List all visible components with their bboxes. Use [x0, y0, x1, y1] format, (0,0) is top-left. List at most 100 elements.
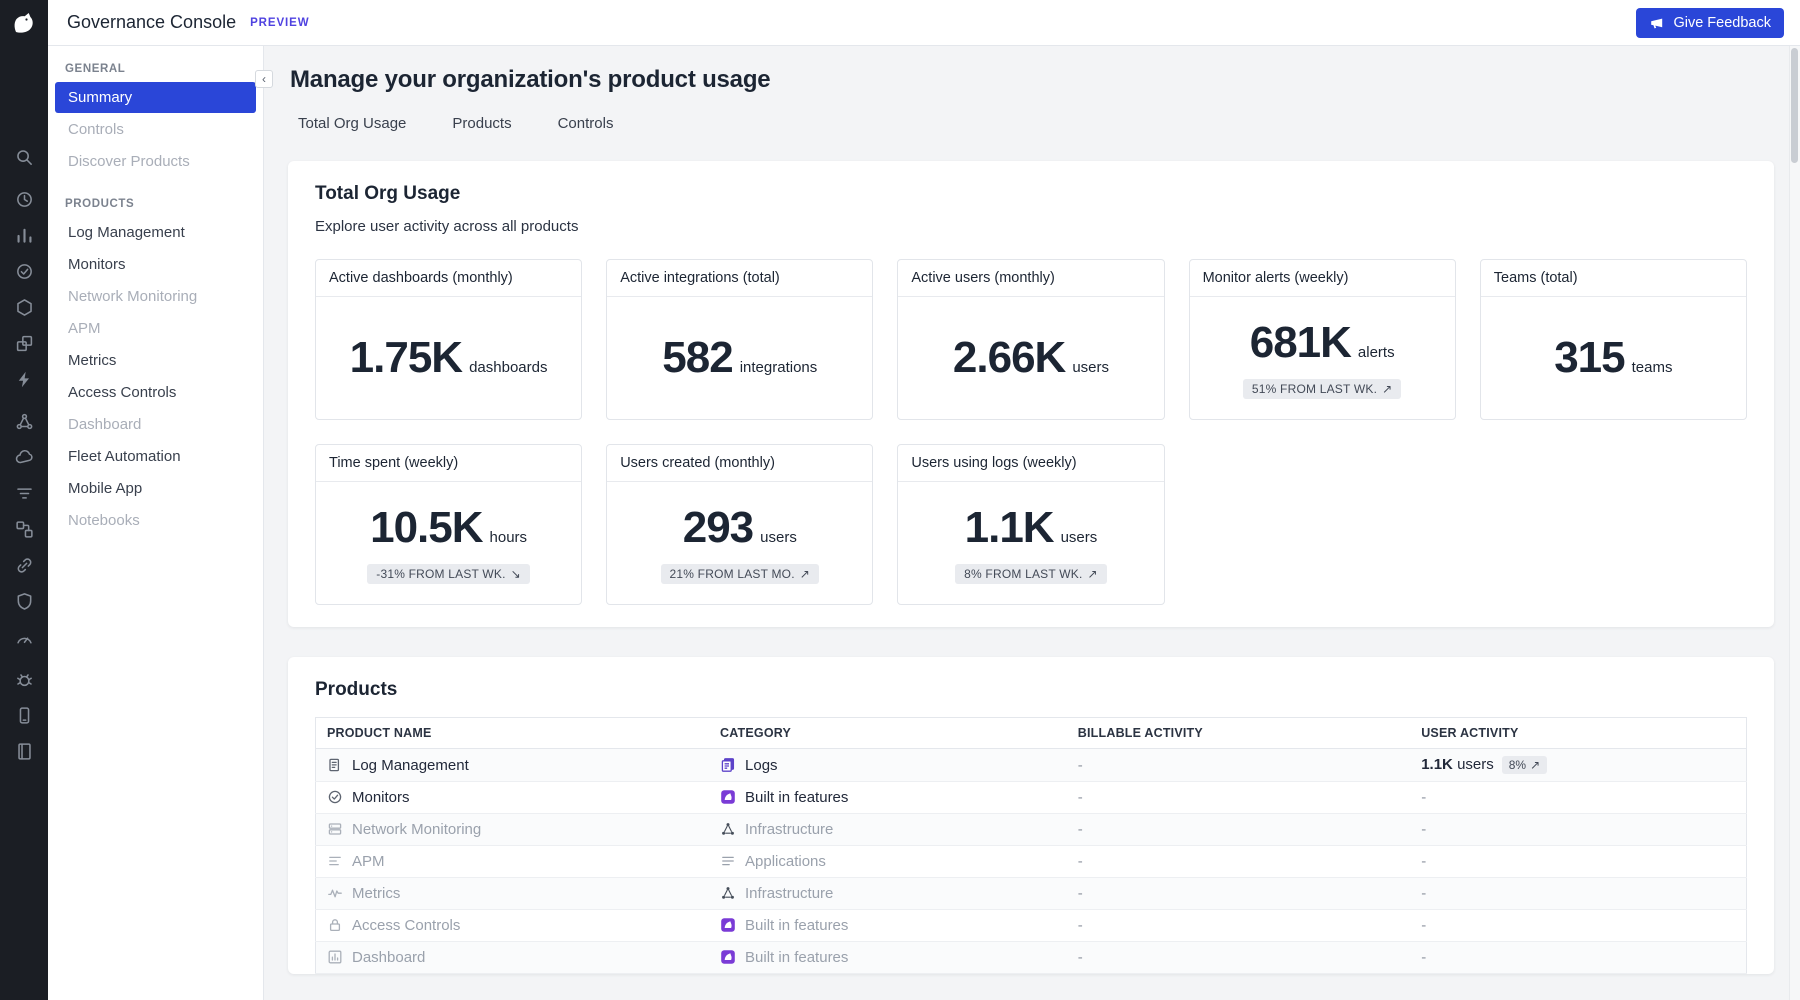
- sidebar-item-controls: Controls: [55, 114, 256, 145]
- stat-unit: users: [760, 529, 797, 546]
- stat-title: Users using logs (weekly): [898, 445, 1163, 482]
- billable-activity: -: [1078, 757, 1083, 774]
- events-icon[interactable]: [13, 368, 36, 391]
- tab-products[interactable]: Products: [452, 115, 511, 132]
- sidebar-item-log-management[interactable]: Log Management: [55, 217, 256, 248]
- stat-title: Time spent (weekly): [316, 445, 581, 482]
- product-name: Log Management: [352, 757, 469, 774]
- stat-value: 2.66K: [953, 333, 1065, 383]
- sidebar-item-fleet-automation[interactable]: Fleet Automation: [55, 441, 256, 472]
- sidebar-item-access-controls[interactable]: Access Controls: [55, 377, 256, 408]
- sidebar-collapse-button[interactable]: [255, 70, 273, 88]
- products-card: Products PRODUCT NAMECATEGORYBILLABLE AC…: [288, 657, 1774, 974]
- tab-total-org-usage[interactable]: Total Org Usage: [298, 115, 406, 132]
- stat-unit: users: [1061, 529, 1098, 546]
- metrics-icon: [327, 885, 343, 901]
- logs-icon[interactable]: [13, 482, 36, 505]
- monitors-icon[interactable]: [13, 260, 36, 283]
- stat-unit: alerts: [1358, 344, 1395, 361]
- trend-badge: 21% FROM LAST MO. ↗: [661, 564, 819, 584]
- sidebar: GENERALSummaryControlsDiscover ProductsP…: [48, 46, 264, 1000]
- stat-title: Active dashboards (monthly): [316, 260, 581, 297]
- stat-card-active-users-monthly-: Active users (monthly)2.66Kusers: [897, 259, 1164, 420]
- user-activity-empty: -: [1421, 853, 1426, 870]
- category-name: Applications: [745, 853, 826, 870]
- product-row-log-management[interactable]: Log Management Logs - 1.1K users8% ↗: [316, 749, 1747, 782]
- infrastructure-icon[interactable]: [13, 296, 36, 319]
- tab-controls[interactable]: Controls: [558, 115, 614, 132]
- stat-value: 10.5K: [370, 503, 482, 553]
- category-name: Built in features: [745, 949, 848, 966]
- product-name: Metrics: [352, 885, 400, 902]
- user-activity-value: 1.1K: [1421, 756, 1453, 773]
- user-activity: -: [1410, 942, 1746, 974]
- sidebar-item-monitors[interactable]: Monitors: [55, 249, 256, 280]
- monitors-icon: [327, 789, 343, 805]
- datadog-icon: [720, 917, 736, 933]
- trend-down-icon: ↘: [511, 567, 521, 581]
- integrations-icon[interactable]: [13, 332, 36, 355]
- sidebar-item-summary[interactable]: Summary: [55, 82, 256, 113]
- apm-icon[interactable]: [13, 410, 36, 433]
- megaphone-icon: [1649, 15, 1665, 31]
- stat-body: 1.75Kdashboards: [316, 297, 581, 419]
- jump-link-tabs: Total Org Usage Products Controls: [298, 115, 1774, 132]
- ci-icon[interactable]: [13, 518, 36, 541]
- stat-card-users-created-monthly-: Users created (monthly)293users21% FROM …: [606, 444, 873, 605]
- scrollbar-thumb[interactable]: [1791, 48, 1798, 163]
- sidebar-item-metrics[interactable]: Metrics: [55, 345, 256, 376]
- logs-icon: [720, 757, 736, 773]
- stat-body: 2.66K users: [898, 297, 1163, 419]
- service-management-icon[interactable]: [13, 626, 36, 649]
- stat-value: 681K: [1250, 318, 1351, 368]
- bug-icon[interactable]: [13, 668, 36, 691]
- user-activity: 1.1K users8% ↗: [1410, 749, 1746, 782]
- stat-unit: users: [1072, 359, 1109, 376]
- scrollbar-track[interactable]: [1789, 46, 1800, 1000]
- datadog-logo-icon[interactable]: [0, 0, 48, 46]
- stat-body: 681Kalerts51% FROM LAST WK. ↗: [1190, 297, 1455, 419]
- billable-activity: -: [1078, 821, 1083, 838]
- infra-icon: [720, 885, 736, 901]
- page-title: Manage your organization's product usage: [290, 66, 1774, 94]
- logs-icon: [327, 757, 343, 773]
- trend-up-icon: ↗: [1088, 567, 1098, 581]
- trend-badge: -31% FROM LAST WK. ↘: [367, 564, 530, 584]
- history-icon[interactable]: [13, 188, 36, 211]
- metrics-icon[interactable]: [13, 224, 36, 247]
- stat-unit: dashboards: [469, 359, 547, 376]
- search-icon[interactable]: [13, 146, 36, 169]
- give-feedback-button[interactable]: Give Feedback: [1636, 8, 1784, 38]
- product-name: Dashboard: [352, 949, 425, 966]
- app-title: Governance Console: [67, 12, 236, 33]
- sidebar-item-mobile-app[interactable]: Mobile App: [55, 473, 256, 504]
- stat-title: Monitor alerts (weekly): [1190, 260, 1455, 297]
- sidebar-item-network-monitoring: Network Monitoring: [55, 281, 256, 312]
- mobile-icon[interactable]: [13, 704, 36, 727]
- compliance-icon[interactable]: [13, 590, 36, 613]
- user-activity-trend-badge: 8% ↗: [1502, 756, 1547, 774]
- column-header-billable-activity: BILLABLE ACTIVITY: [1067, 718, 1410, 749]
- product-row-monitors[interactable]: MonitorsBuilt in features--: [316, 782, 1747, 814]
- stat-title: Teams (total): [1481, 260, 1746, 297]
- notebooks-icon[interactable]: [13, 740, 36, 763]
- product-name: APM: [352, 853, 385, 870]
- trend-up-icon: ↗: [1530, 758, 1540, 772]
- synthetics-icon[interactable]: [13, 554, 36, 577]
- apm-icon: [327, 853, 343, 869]
- apps-icon: [720, 853, 736, 869]
- category-name: Logs: [745, 757, 778, 774]
- stat-value: 293: [683, 503, 753, 553]
- dashboard-icon: [327, 949, 343, 965]
- column-header-user-activity: USER ACTIVITY: [1410, 718, 1746, 749]
- product-name: Network Monitoring: [352, 821, 481, 838]
- stat-body: 315teams: [1481, 297, 1746, 419]
- stat-body: 582integrations: [607, 297, 872, 419]
- datadog-icon: [720, 789, 736, 805]
- sidebar-item-discover-products: Discover Products: [55, 146, 256, 177]
- user-activity: -: [1410, 814, 1746, 846]
- security-icon[interactable]: [13, 446, 36, 469]
- user-activity: -: [1410, 910, 1746, 942]
- content-row: GENERALSummaryControlsDiscover ProductsP…: [48, 46, 1800, 1000]
- user-activity: -: [1410, 782, 1746, 814]
